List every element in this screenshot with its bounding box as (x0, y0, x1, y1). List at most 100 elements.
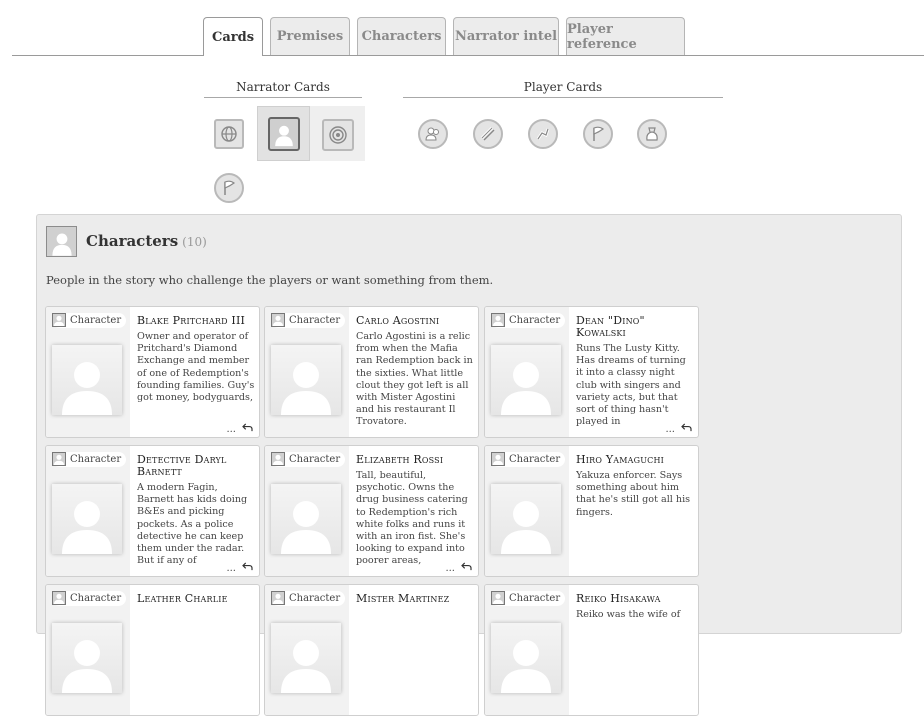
tab-player-reference[interactable]: Player reference (566, 17, 685, 55)
character-icon (491, 591, 505, 605)
card-image-column: Character (46, 307, 130, 437)
card-title: Leather Charlie (137, 592, 228, 605)
card-type-tag: Character (271, 591, 346, 606)
card-title: Blake Pritchard III (137, 314, 246, 327)
card-type-label: Character (509, 454, 561, 465)
character-icon (271, 452, 285, 466)
card-type-label: Character (289, 454, 341, 465)
character-card[interactable]: Character Blake Pritchard III Owner and op… (45, 306, 260, 438)
panel-count: (10) (182, 235, 207, 249)
tab-divider (12, 55, 924, 56)
card-description (137, 609, 255, 709)
flip-card-icon[interactable] (242, 423, 253, 435)
card-type-tag: Character (52, 313, 127, 328)
portrait-placeholder-icon (52, 623, 122, 693)
flip-card-icon[interactable] (681, 423, 692, 435)
card-title: Dean "Dino" Kowalski (576, 314, 645, 339)
ellipsis: ... (665, 423, 675, 435)
card-type-label: Character (289, 593, 341, 604)
character-icon (491, 452, 505, 466)
card-type-tag: Character (271, 313, 346, 328)
card-more[interactable]: ... (223, 423, 253, 435)
card-title: Elizabeth Rossi (356, 453, 444, 466)
portrait-placeholder-icon (271, 484, 341, 554)
character-icon (271, 313, 285, 327)
card-title: Reiko Hisakawa (576, 592, 661, 605)
card-more[interactable]: ... (223, 562, 253, 574)
card-type-tag: Character (271, 452, 346, 467)
portrait-placeholder-icon (491, 623, 561, 693)
character-card[interactable]: Character Hiro Yamaguchi Yakuza enforcer. … (484, 445, 699, 577)
flip-card-icon[interactable] (242, 562, 253, 574)
tab-bar: Cards Premises Characters Narrator intel… (0, 0, 924, 56)
character-card[interactable]: Character Elizabeth Rossi Tall, beautiful,… (264, 445, 479, 577)
character-card[interactable]: Character Detective Daryl Barnett A modern… (45, 445, 260, 577)
card-type-label: Character (289, 315, 341, 326)
tab-narrator-intel[interactable]: Narrator intel (453, 17, 559, 55)
portrait-placeholder-icon (52, 484, 122, 554)
card-title: Mister Martinez (356, 592, 450, 605)
card-description: Tall, beautiful, psychotic. Owns the dru… (356, 470, 468, 567)
card-image-column: Character (265, 307, 349, 437)
card-description: Reiko was the wife of (576, 609, 681, 620)
card-type-tag: Character (491, 452, 566, 467)
card-type-tag: Character (491, 591, 566, 606)
target-icon[interactable] (322, 119, 354, 151)
card-type-label: Character (509, 315, 561, 326)
card-image-column: Character (265, 446, 349, 576)
card-description: Owner and operator of Pritchard's Diamon… (137, 331, 255, 404)
tab-cards[interactable]: Cards (203, 17, 263, 56)
portrait-placeholder-icon (271, 345, 341, 415)
card-description: A modern Fagin, Barnett has kids doing B… (137, 482, 248, 567)
card-description (356, 609, 474, 709)
card-type-tag: Character (52, 452, 127, 467)
tab-premises[interactable]: Premises (270, 17, 350, 55)
character-icon (491, 313, 505, 327)
card-title: Hiro Yamaguchi (576, 453, 665, 466)
panel-title: Characters (10) (86, 232, 207, 250)
card-image-column: Character (485, 585, 569, 715)
gesture-icon[interactable] (528, 119, 558, 149)
globe-icon[interactable] (214, 119, 244, 149)
card-image-column: Character (485, 446, 569, 576)
character-icon[interactable] (268, 117, 300, 151)
panel-description: People in the story who challenge the pl… (46, 273, 494, 287)
people-icon[interactable] (418, 119, 448, 149)
flip-card-icon[interactable] (461, 562, 472, 574)
player-cards-heading: Player Cards (403, 80, 723, 98)
character-card[interactable]: Character Carlo Agostini Carlo Agostini is… (264, 306, 479, 438)
card-type-label: Character (70, 315, 122, 326)
portrait-placeholder-icon (491, 345, 561, 415)
flag-icon[interactable] (214, 173, 244, 203)
card-image-column: Character (46, 446, 130, 576)
card-image-column: Character (46, 585, 130, 715)
card-type-tag: Character (491, 313, 566, 328)
bag-icon[interactable] (637, 119, 667, 149)
card-type-label: Character (70, 454, 122, 465)
card-title: Detective Daryl Barnett (137, 453, 227, 478)
tab-characters[interactable]: Characters (357, 17, 446, 55)
character-card[interactable]: Character Dean "Dino" Kowalski Runs The Lu… (484, 306, 699, 438)
slash-icon[interactable] (473, 119, 503, 149)
card-type-label: Character (509, 593, 561, 604)
character-icon (52, 591, 66, 605)
character-card[interactable]: Character Reiko Hisakawa Reiko was the wif… (484, 584, 699, 716)
card-more[interactable]: ... (662, 423, 692, 435)
ellipsis: ... (226, 562, 236, 574)
card-type-tag: Character (52, 591, 127, 606)
character-card[interactable]: Character Leather Charlie (45, 584, 260, 716)
portrait-placeholder-icon (271, 623, 341, 693)
card-more[interactable]: ... (442, 562, 472, 574)
character-card[interactable]: Character Mister Martinez (264, 584, 479, 716)
card-image-column: Character (265, 585, 349, 715)
card-description: Yakuza enforcer. Says something about hi… (576, 470, 691, 518)
character-icon (46, 226, 77, 257)
portrait-placeholder-icon (491, 484, 561, 554)
card-image-column: Character (485, 307, 569, 437)
card-description: Runs The Lusty Kitty. Has dreams of turn… (576, 343, 686, 428)
narrator-cards-heading: Narrator Cards (204, 80, 362, 98)
flag-icon[interactable] (583, 119, 613, 149)
ellipsis: ... (445, 562, 455, 574)
portrait-placeholder-icon (52, 345, 122, 415)
character-icon (52, 452, 66, 466)
